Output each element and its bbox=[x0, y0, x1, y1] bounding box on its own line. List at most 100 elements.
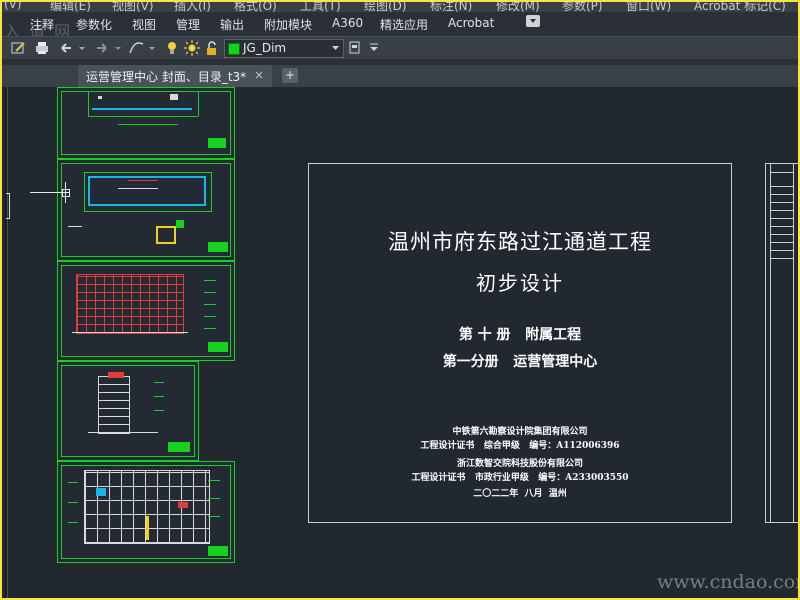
elevation-marker bbox=[68, 522, 78, 523]
plan-wall bbox=[204, 176, 206, 206]
layer-freeze-toggle[interactable] bbox=[184, 40, 200, 56]
menu-item[interactable]: (V) bbox=[4, 2, 22, 11]
elevation-marker bbox=[68, 502, 78, 503]
table-row-line bbox=[771, 210, 793, 211]
table-row-line bbox=[771, 218, 793, 219]
tab-acrobat[interactable]: Acrobat bbox=[448, 16, 494, 30]
tab-manage[interactable]: 管理 bbox=[176, 16, 200, 33]
drawing-sheet-floorplan-2[interactable] bbox=[57, 159, 235, 261]
menu-item-parametric[interactable]: 参数(P) bbox=[562, 2, 603, 12]
drawing-list-sheet[interactable] bbox=[765, 163, 798, 523]
plan-dimension bbox=[128, 180, 158, 181]
tab-featured-apps[interactable]: 精选应用 bbox=[380, 16, 428, 33]
table-row-line bbox=[771, 250, 793, 251]
table-row-line bbox=[771, 258, 793, 259]
toolbar-customize-button[interactable] bbox=[368, 40, 380, 56]
title-block bbox=[208, 242, 228, 252]
menu-item-draw[interactable]: 绘图(D) bbox=[364, 2, 407, 12]
table-row-line bbox=[771, 242, 793, 243]
ground-line bbox=[88, 432, 158, 433]
tab-addins[interactable]: 附加模块 bbox=[264, 16, 312, 33]
menu-item-modify[interactable]: 修改(M) bbox=[496, 2, 540, 12]
elevation-marker bbox=[204, 316, 216, 317]
plan-line bbox=[88, 116, 198, 117]
menu-item-window[interactable]: 窗口(W) bbox=[626, 2, 671, 12]
layer-properties-button[interactable] bbox=[10, 40, 26, 56]
chevron-down-icon bbox=[370, 43, 378, 51]
plan-wall bbox=[92, 108, 192, 110]
curve-icon bbox=[129, 42, 144, 54]
menu-item-dimension[interactable]: 标注(N) bbox=[430, 2, 472, 12]
print-icon bbox=[36, 42, 48, 54]
autocad-window: (V) 编辑(E) 视图(V) 插入(I) 格式(O) 工具(T) 绘图(D) … bbox=[0, 0, 800, 600]
tab-parametric[interactable]: 参数化 bbox=[76, 16, 112, 33]
undo-button[interactable] bbox=[58, 40, 74, 56]
plan-outline bbox=[84, 172, 212, 212]
document-tab-active[interactable]: 运营管理中心 封面、目录_t3* × bbox=[78, 65, 272, 87]
make-current-layer-button[interactable] bbox=[348, 40, 362, 56]
drawing-sheet-section[interactable] bbox=[57, 461, 235, 563]
layer-icon bbox=[349, 41, 360, 54]
lightbulb-icon bbox=[168, 42, 176, 54]
print-button[interactable] bbox=[34, 40, 50, 56]
side-facade bbox=[98, 376, 130, 434]
menu-item-edit[interactable]: 编辑(E) bbox=[50, 2, 91, 12]
drawing-sheet-side-elevation[interactable] bbox=[57, 361, 199, 461]
elevation-marker bbox=[68, 482, 78, 483]
undo-dropdown[interactable] bbox=[78, 40, 86, 56]
layer-lock-toggle[interactable] bbox=[204, 40, 220, 56]
menu-item-format[interactable]: 格式(O) bbox=[234, 2, 277, 12]
tab-view[interactable]: 视图 bbox=[132, 16, 156, 33]
close-icon[interactable]: × bbox=[254, 68, 264, 82]
elevation-marker bbox=[208, 516, 220, 517]
elevation-marker bbox=[154, 396, 164, 397]
new-tab-button[interactable]: + bbox=[282, 68, 298, 83]
ground-line bbox=[72, 332, 188, 333]
ribbon-toggle-button[interactable] bbox=[526, 15, 540, 27]
layer-on-toggle[interactable] bbox=[164, 40, 180, 56]
table-row-line bbox=[771, 202, 793, 203]
roof-element bbox=[108, 372, 124, 378]
menu-item-view[interactable]: 视图(V) bbox=[112, 2, 154, 12]
menu-item-insert[interactable]: 插入(I) bbox=[174, 2, 211, 12]
certificate-1: 工程设计证书 综合甲级 编号：A112006396 bbox=[420, 441, 620, 451]
detail-box bbox=[156, 226, 176, 244]
ribbon-tab-bar: 入 道 网 注释 参数化 视图 管理 输出 附加模块 A360 精选应用 Acr… bbox=[2, 12, 798, 41]
drawing-sheet-floorplan-1[interactable] bbox=[57, 87, 235, 159]
table-row-line bbox=[771, 194, 793, 195]
viewport-marker bbox=[6, 193, 10, 219]
menu-item-tools[interactable]: 工具(T) bbox=[300, 2, 341, 12]
plan-symbol bbox=[170, 94, 178, 100]
elevation-marker bbox=[154, 410, 164, 411]
match-dropdown[interactable] bbox=[148, 40, 156, 56]
match-properties-button[interactable] bbox=[128, 40, 146, 56]
sun-icon bbox=[184, 40, 200, 56]
plan-line bbox=[88, 92, 89, 116]
plan-symbol bbox=[176, 220, 184, 228]
subvolume-title: 第一分册 运营管理中心 bbox=[442, 354, 598, 370]
design-company-1: 中铁第六勘察设计院集团有限公司 bbox=[452, 427, 588, 437]
drawing-canvas[interactable]: 温州市府东路过江通道工程 初步设计 第 十 册 附属工程 第一分册 运营管理中心… bbox=[2, 87, 798, 598]
undo-icon bbox=[61, 43, 71, 53]
tab-a360[interactable]: A360 bbox=[332, 16, 363, 30]
site-watermark: www.cndao.com bbox=[657, 571, 798, 593]
project-title: 温州市府东路过江通道工程 bbox=[388, 230, 652, 254]
menu-item-acrobat-markup[interactable]: Acrobat 标记(C) bbox=[694, 2, 786, 12]
design-stage: 初步设计 bbox=[476, 271, 564, 295]
title-block bbox=[208, 342, 228, 352]
sheet-frame bbox=[61, 91, 231, 155]
layer-dropdown[interactable]: JG_Dim bbox=[224, 39, 344, 58]
tab-annotate[interactable]: 注释 bbox=[30, 16, 54, 33]
drawing-sheet-elevation[interactable] bbox=[57, 261, 235, 361]
section-stair bbox=[146, 516, 149, 540]
redo-button[interactable] bbox=[94, 40, 110, 56]
note-line bbox=[68, 226, 82, 227]
quick-toolbar: JG_Dim bbox=[2, 36, 798, 59]
cover-sheet[interactable]: 温州市府东路过江通道工程 初步设计 第 十 册 附属工程 第一分册 运营管理中心… bbox=[308, 163, 732, 523]
plan-line bbox=[198, 92, 199, 116]
tab-output[interactable]: 输出 bbox=[220, 16, 244, 33]
chevron-down-icon bbox=[530, 19, 536, 23]
issue-date: 二〇二二年 八月 温州 bbox=[473, 489, 567, 499]
redo-dropdown[interactable] bbox=[114, 40, 122, 56]
layer-color-swatch bbox=[228, 43, 240, 55]
